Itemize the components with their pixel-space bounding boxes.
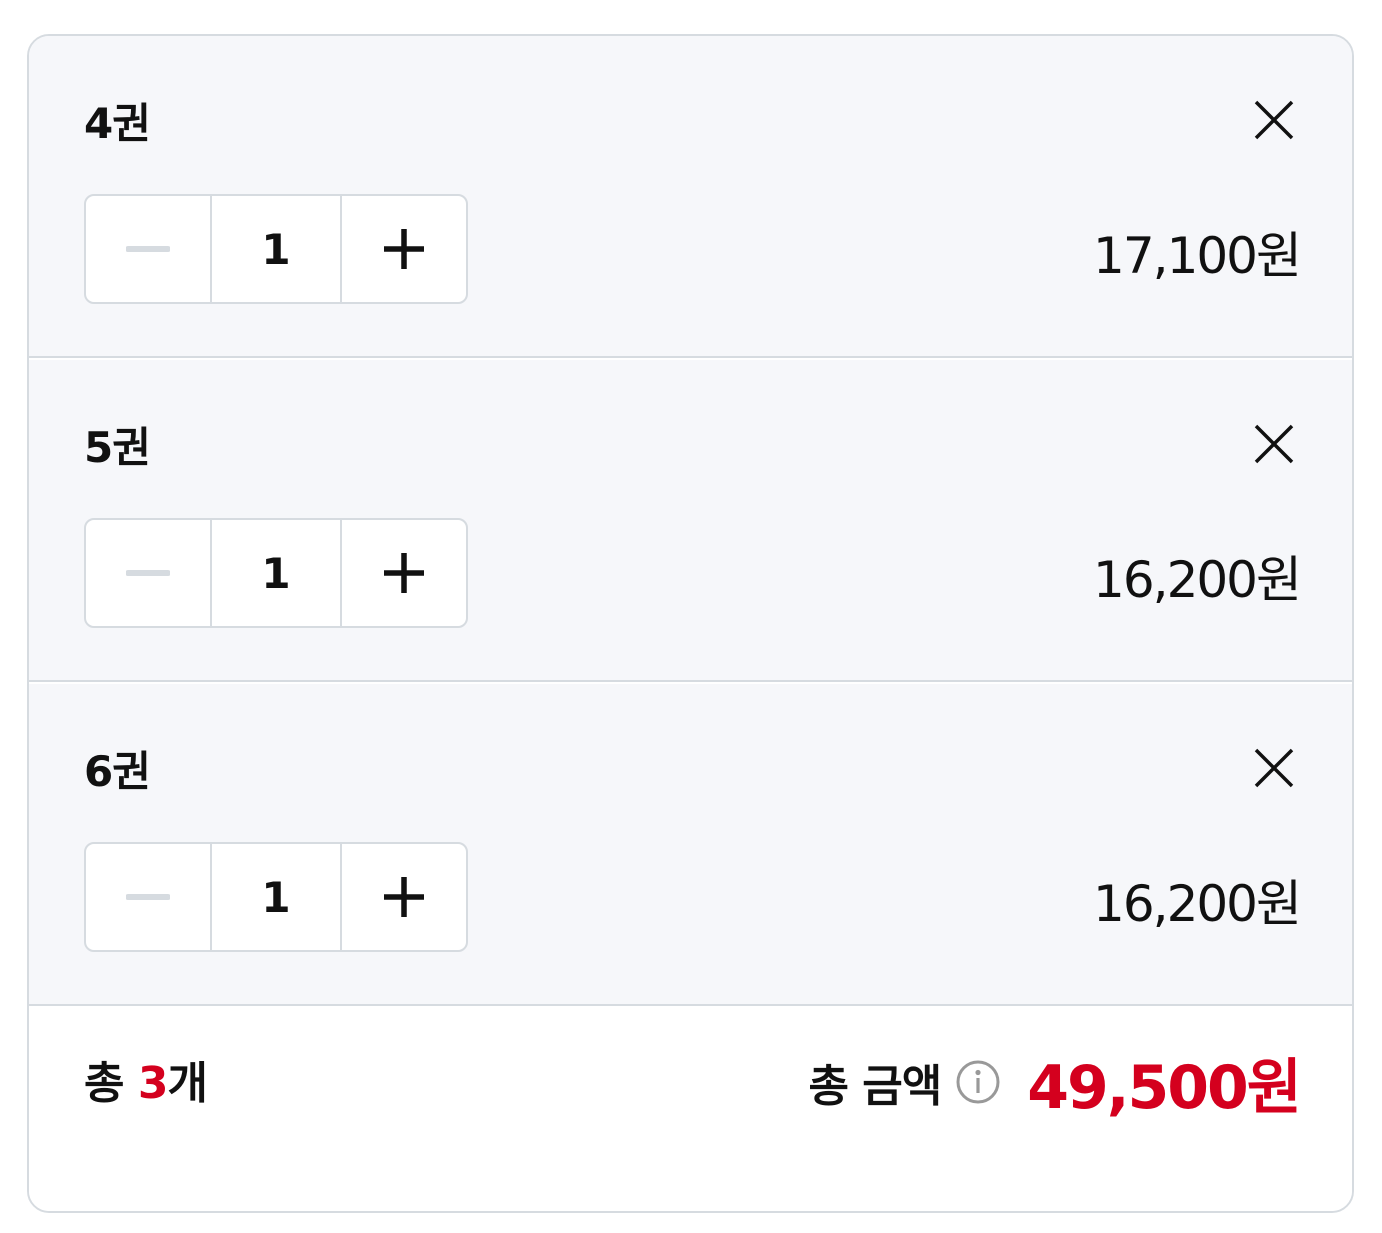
plus-icon — [384, 229, 424, 269]
decrease-quantity-button[interactable] — [86, 520, 210, 626]
quantity-stepper: 1 — [84, 518, 468, 628]
plus-icon — [384, 553, 424, 593]
option-title: 4권 — [84, 99, 151, 148]
close-icon — [1254, 748, 1294, 788]
remove-option-button[interactable] — [1252, 98, 1296, 142]
option-row: 5권 1 16,200원 — [29, 360, 1352, 682]
quantity-value[interactable]: 1 — [210, 844, 342, 950]
close-icon — [1254, 100, 1294, 140]
option-price: 17,100원 — [1093, 227, 1302, 285]
total-amount: 총 금액 49,500원 — [808, 1042, 1302, 1123]
option-row: 4권 1 17,100원 — [29, 36, 1352, 358]
total-amount-value: 49,500원 — [1027, 1052, 1302, 1123]
decrease-quantity-button[interactable] — [86, 844, 210, 950]
close-icon — [1254, 424, 1294, 464]
decrease-quantity-button[interactable] — [86, 196, 210, 302]
increase-quantity-button[interactable] — [342, 520, 466, 626]
increase-quantity-button[interactable] — [342, 196, 466, 302]
order-summary: 총 3개 총 금액 49,500원 — [29, 1006, 1352, 1211]
remove-option-button[interactable] — [1252, 422, 1296, 466]
info-icon[interactable] — [955, 1059, 1001, 1105]
increase-quantity-button[interactable] — [342, 844, 466, 950]
option-price: 16,200원 — [1093, 875, 1302, 933]
total-count: 총 3개 — [84, 1054, 208, 1114]
minus-icon — [126, 570, 170, 576]
total-count-suffix: 개 — [167, 1058, 207, 1109]
plus-icon — [384, 877, 424, 917]
minus-icon — [126, 246, 170, 252]
quantity-stepper: 1 — [84, 194, 468, 304]
total-count-prefix: 총 — [84, 1058, 138, 1109]
option-row: 6권 1 16,200원 — [29, 684, 1352, 1006]
minus-icon — [126, 894, 170, 900]
remove-option-button[interactable] — [1252, 746, 1296, 790]
total-amount-label: 총 금액 — [808, 1061, 943, 1112]
order-options-panel: 4권 1 17,100원 5권 1 16,200원 6권 1 16,200원 총… — [27, 34, 1354, 1213]
option-title: 6권 — [84, 747, 151, 796]
option-title: 5권 — [84, 423, 151, 472]
quantity-value[interactable]: 1 — [210, 196, 342, 302]
option-price: 16,200원 — [1093, 551, 1302, 609]
total-count-value: 3 — [137, 1058, 169, 1109]
quantity-value[interactable]: 1 — [210, 520, 342, 626]
quantity-stepper: 1 — [84, 842, 468, 952]
